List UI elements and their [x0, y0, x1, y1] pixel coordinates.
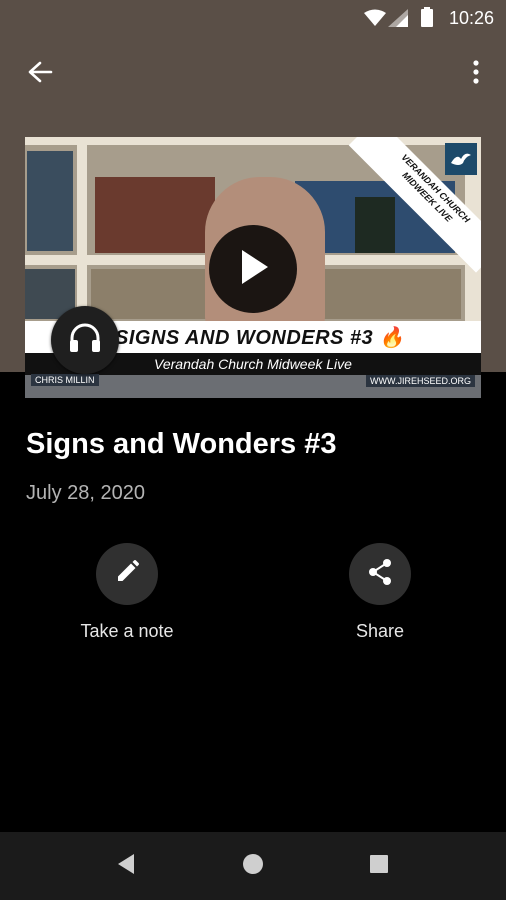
nav-home-button[interactable]: [233, 846, 273, 886]
share-label: Share: [355, 621, 405, 641]
wifi-icon: [364, 9, 386, 32]
status-bar: 10:26: [0, 0, 506, 36]
back-button[interactable]: [16, 50, 64, 98]
nav-back-button[interactable]: [106, 846, 146, 886]
system-nav-bar: [0, 832, 506, 900]
more-vert-icon: [473, 59, 479, 89]
arrow-back-icon: [27, 60, 53, 89]
circle-home-icon: [242, 853, 264, 880]
bird-logo-icon: [445, 143, 477, 175]
play-button[interactable]: [209, 225, 297, 313]
books-row-3: [355, 197, 395, 253]
more-options-button[interactable]: [452, 50, 500, 98]
books-row-1: [95, 177, 215, 253]
take-note-button[interactable]: Take a note: [47, 543, 207, 642]
status-time: 10:26: [448, 8, 494, 28]
audio-mode-button[interactable]: [51, 306, 119, 374]
battery-icon: [421, 7, 433, 32]
website-url: WWW.JIREHSEED.ORG: [366, 375, 475, 387]
pencil-icon: [114, 559, 140, 590]
take-note-label: Take a note: [80, 621, 174, 641]
books-left: [27, 151, 73, 251]
share-icon: [367, 558, 393, 591]
sermon-date: July 28, 2020: [26, 482, 145, 504]
triangle-back-icon: [116, 853, 136, 880]
cell-signal-icon: [388, 9, 408, 32]
sermon-title: Signs and Wonders #3: [26, 428, 337, 460]
shelf-top: [25, 137, 481, 145]
share-button[interactable]: Share: [300, 543, 460, 642]
thumbnail-title: SIGNS AND WONDERS #3 🔥: [115, 327, 405, 349]
share-circle: [349, 543, 411, 605]
nav-recents-button[interactable]: [359, 846, 399, 886]
take-note-circle: [96, 543, 158, 605]
presenter-name: CHRIS MILLIN: [31, 374, 99, 386]
headphones-icon: [68, 322, 102, 359]
square-recents-icon: [369, 854, 389, 879]
play-icon: [236, 248, 270, 291]
